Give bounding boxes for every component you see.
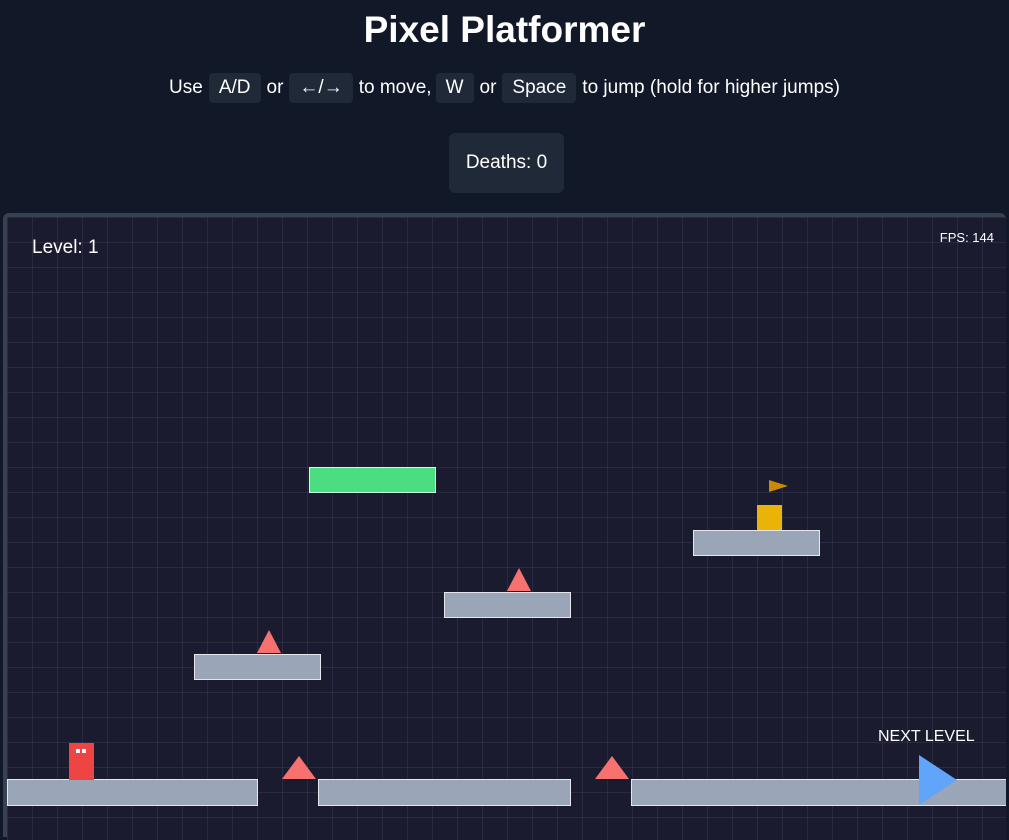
page-title: Pixel Platformer bbox=[363, 9, 646, 50]
player-eye bbox=[76, 749, 80, 753]
key-w: W bbox=[435, 73, 474, 103]
instruction-use-text: Use bbox=[169, 77, 203, 98]
fps-counter: FPS: 144 bbox=[939, 230, 994, 245]
player-eye bbox=[82, 749, 86, 753]
key-ad: A/D bbox=[208, 73, 261, 103]
goal-block bbox=[757, 505, 782, 530]
key-arrows: ←/→ bbox=[289, 73, 353, 103]
platform-middle bbox=[444, 592, 571, 618]
instruction-or-text: or bbox=[266, 77, 284, 98]
controls-instructions: Use A/D or ←/→ to move, W or Space to ju… bbox=[0, 72, 1009, 104]
instruction-move-text: to move, bbox=[358, 77, 432, 98]
level-indicator: Level: 1 bbox=[32, 237, 99, 258]
spike-hazard bbox=[257, 630, 281, 653]
player-character bbox=[69, 743, 94, 780]
next-level-arrow-icon bbox=[919, 755, 957, 805]
game-canvas[interactable]: Level: 1 FPS: 144 NEXT LEVEL bbox=[7, 217, 1006, 840]
deaths-counter: Deaths: 0 bbox=[449, 133, 564, 193]
spike-hazard bbox=[282, 756, 316, 779]
ground-platform bbox=[318, 779, 571, 806]
platform-goal bbox=[693, 530, 820, 556]
moving-platform bbox=[309, 467, 436, 493]
spike-hazard bbox=[507, 568, 531, 591]
platform-low bbox=[194, 654, 321, 680]
key-space: Space bbox=[502, 73, 577, 103]
instruction-or-text: or bbox=[479, 77, 497, 98]
next-level-label: NEXT LEVEL bbox=[878, 728, 975, 745]
instruction-jump-text: to jump (hold for higher jumps) bbox=[582, 77, 840, 98]
spike-hazard bbox=[595, 756, 629, 779]
flag-icon bbox=[769, 480, 788, 492]
ground-platform bbox=[7, 779, 258, 806]
